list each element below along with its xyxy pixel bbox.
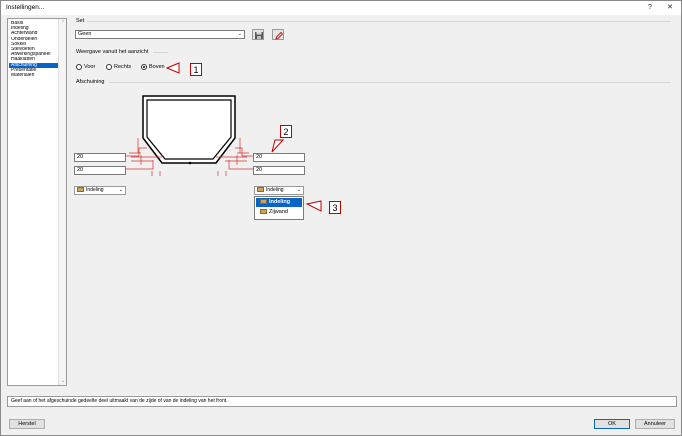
save-icon <box>254 31 263 39</box>
right-bevel-dropdown[interactable]: Indeling ⌄ <box>254 186 304 195</box>
callout-1-pointer <box>166 62 180 74</box>
set-separator <box>87 21 671 22</box>
sidebar-item-materialen[interactable]: Materialen <box>9 73 59 78</box>
set-combo[interactable]: Geen ⌄ <box>75 30 245 39</box>
save-set-button[interactable] <box>252 29 264 40</box>
left-bottom-input[interactable]: 20 <box>74 166 126 175</box>
reset-button[interactable]: Herstel <box>9 419 45 429</box>
settings-window: Instellingen... ? ✕ Basis Indeling Achte… <box>0 0 682 436</box>
chevron-down-icon: ⌄ <box>237 31 242 37</box>
radio-voor-label[interactable]: Voor <box>84 64 95 70</box>
radio-rechts[interactable] <box>106 64 112 70</box>
right-bevel-dropdown-list: Indeling Zijwand <box>254 196 304 220</box>
edit-set-button[interactable] <box>272 29 284 40</box>
radio-boven[interactable] <box>141 64 147 70</box>
view-separator <box>153 52 168 53</box>
scroll-up-icon[interactable]: ⌃ <box>59 19 67 27</box>
status-bar: Geef aan of het afgeschuinde gedeelte de… <box>7 396 677 407</box>
folder-icon <box>260 199 267 205</box>
callout-2: 2 <box>280 125 292 138</box>
folder-icon <box>257 187 264 193</box>
right-bottom-input[interactable]: 20 <box>253 166 305 175</box>
bevel-label: Afschuining <box>76 79 105 85</box>
set-label: Set <box>76 18 85 24</box>
folder-icon <box>77 187 84 193</box>
left-top-input[interactable]: 20 <box>74 153 126 162</box>
scroll-down-icon[interactable]: ⌄ <box>59 377 67 385</box>
category-list[interactable]: Basis Indeling Achterwand Onderdelen Sok… <box>7 18 67 386</box>
folder-icon <box>260 209 267 215</box>
bevel-separator <box>109 82 671 83</box>
pencil-icon <box>274 31 283 40</box>
close-button[interactable]: ✕ <box>662 2 678 14</box>
left-dimension-lines <box>126 147 154 170</box>
cancel-button[interactable]: Annuleer <box>635 419 675 429</box>
left-bevel-dropdown[interactable]: Indeling ⌄ <box>74 186 126 195</box>
category-items: Basis Indeling Achterwand Onderdelen Sok… <box>9 21 59 78</box>
dropdown-option-indeling[interactable]: Indeling <box>256 198 302 207</box>
dropdown-option-zijwand[interactable]: Zijwand <box>256 208 302 217</box>
radio-boven-label[interactable]: Boven <box>149 64 165 70</box>
right-bevel-dropdown-value: Indeling <box>266 187 284 193</box>
callout-3: 3 <box>329 201 341 214</box>
help-button[interactable]: ? <box>642 2 658 14</box>
view-label: Weergave vanuit het aanzicht <box>76 49 149 55</box>
sidebar-scrollbar[interactable]: ⌃ ⌄ <box>58 19 66 385</box>
window-title: Instellingen... <box>6 4 45 11</box>
title-bar: Instellingen... ? ✕ <box>1 1 681 15</box>
callout-2-pointer <box>271 139 285 153</box>
set-combo-value: Geen <box>78 31 92 37</box>
chevron-down-icon: ⌄ <box>118 187 123 193</box>
ok-button[interactable]: OK <box>594 419 630 429</box>
chevron-down-icon: ⌄ <box>296 187 301 193</box>
radio-rechts-label[interactable]: Rechts <box>114 64 131 70</box>
radio-voor[interactable] <box>76 64 82 70</box>
callout-1: 1 <box>190 63 202 76</box>
left-bevel-dropdown-value: Indeling <box>86 187 104 193</box>
